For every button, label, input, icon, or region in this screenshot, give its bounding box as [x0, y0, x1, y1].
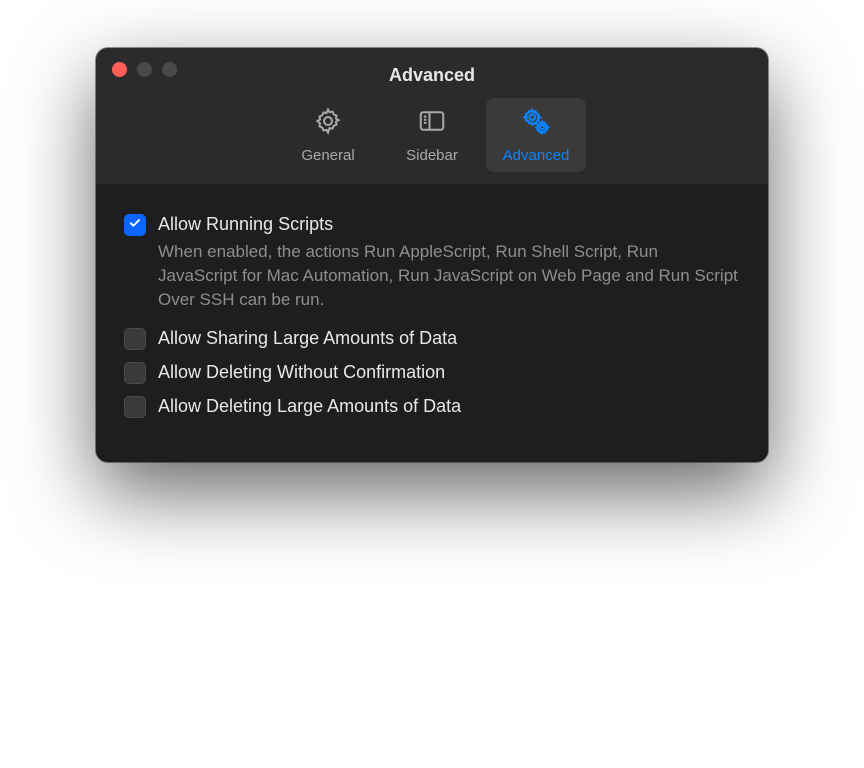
checkbox-allow-sharing-large[interactable]	[124, 328, 146, 350]
setting-text: Allow Deleting Without Confirmation	[158, 360, 740, 384]
preferences-window: Advanced General	[96, 48, 768, 462]
tab-sidebar[interactable]: Sidebar	[382, 98, 482, 172]
setting-label: Allow Running Scripts	[158, 212, 740, 236]
setting-allow-running-scripts: Allow Running Scripts When enabled, the …	[124, 212, 740, 312]
tabs: General Sidebar	[96, 88, 768, 172]
content: Allow Running Scripts When enabled, the …	[96, 184, 768, 462]
setting-text: Allow Running Scripts When enabled, the …	[158, 212, 740, 312]
setting-allow-deleting-large: Allow Deleting Large Amounts of Data	[124, 394, 740, 418]
minimize-button[interactable]	[137, 62, 152, 77]
setting-allow-deleting-no-confirm: Allow Deleting Without Confirmation	[124, 360, 740, 384]
setting-label: Allow Sharing Large Amounts of Data	[158, 326, 740, 350]
setting-label: Allow Deleting Large Amounts of Data	[158, 394, 740, 418]
setting-allow-sharing-large: Allow Sharing Large Amounts of Data	[124, 326, 740, 350]
close-button[interactable]	[112, 62, 127, 77]
tab-label: General	[301, 147, 354, 164]
zoom-button[interactable]	[162, 62, 177, 77]
titlebar: Advanced General	[96, 48, 768, 184]
window-title: Advanced	[112, 65, 752, 86]
setting-description: When enabled, the actions Run AppleScrip…	[158, 240, 740, 312]
tab-label: Sidebar	[406, 147, 458, 164]
tab-label: Advanced	[503, 147, 570, 164]
setting-text: Allow Deleting Large Amounts of Data	[158, 394, 740, 418]
setting-label: Allow Deleting Without Confirmation	[158, 360, 740, 384]
title-row: Advanced	[96, 48, 768, 88]
traffic-lights	[112, 62, 177, 77]
checkbox-allow-deleting-large[interactable]	[124, 396, 146, 418]
gears-icon	[521, 106, 551, 141]
checkbox-allow-deleting-no-confirm[interactable]	[124, 362, 146, 384]
checkmark-icon	[128, 216, 142, 235]
setting-text: Allow Sharing Large Amounts of Data	[158, 326, 740, 350]
checkbox-allow-running-scripts[interactable]	[124, 214, 146, 236]
gear-icon	[313, 106, 343, 141]
sidebar-icon	[417, 106, 447, 141]
tab-general[interactable]: General	[278, 98, 378, 172]
tab-advanced[interactable]: Advanced	[486, 98, 586, 172]
